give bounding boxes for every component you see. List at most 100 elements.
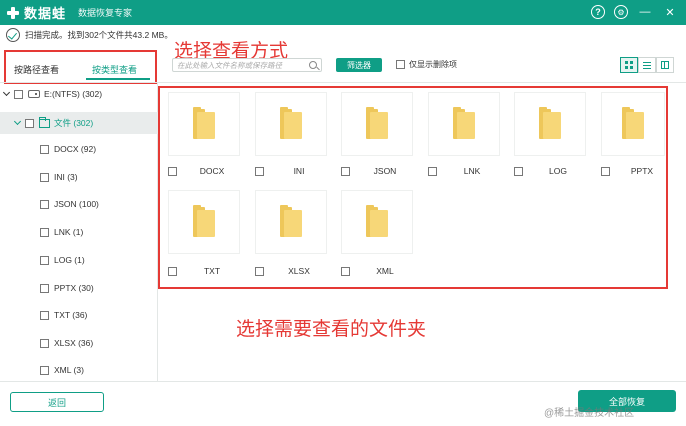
scan-status-text: 扫描完成。找到302个文件共43.2 MB。 xyxy=(25,30,173,40)
tree-checkbox[interactable] xyxy=(40,310,49,320)
tree-item-json[interactable]: JSON (100) xyxy=(40,196,99,212)
back-button[interactable]: 返回 xyxy=(10,392,104,412)
list-icon xyxy=(643,61,651,69)
app-name: 数据蛙 xyxy=(24,6,67,21)
detail-icon xyxy=(661,61,669,69)
drive-icon xyxy=(28,90,40,98)
tree-root-folder-label: 文件 (302) xyxy=(54,118,94,128)
folder-name: LOG xyxy=(549,166,567,176)
folder-card-pptx[interactable] xyxy=(601,92,665,156)
folder-card-json[interactable] xyxy=(341,92,413,156)
search-input[interactable]: 在此处输入文件名称或保存路径 xyxy=(172,58,322,72)
folder-card-xml[interactable] xyxy=(341,190,413,254)
tree-item-log[interactable]: LOG (1) xyxy=(40,252,85,268)
folder-checkbox[interactable] xyxy=(255,167,264,176)
active-tab-indicator xyxy=(86,78,150,80)
folder-name: PPTX xyxy=(630,166,654,176)
folder-checkbox[interactable] xyxy=(341,167,350,176)
folder-checkbox[interactable] xyxy=(601,167,610,176)
folder-name: LNK xyxy=(463,166,481,176)
tree-checkbox[interactable] xyxy=(40,255,49,265)
tree-item-label: XLSX (36) xyxy=(54,338,94,348)
folder-name: XML xyxy=(376,266,394,276)
help-icon[interactable]: ? xyxy=(591,5,605,19)
filter-button[interactable]: 筛选器 xyxy=(336,58,382,72)
chevron-down-icon[interactable] xyxy=(3,90,11,98)
tree-checkbox[interactable] xyxy=(40,365,49,375)
tree-item-xlsx[interactable]: XLSX (36) xyxy=(40,335,93,351)
tree-item-pptx[interactable]: PPTX (30) xyxy=(40,280,94,296)
tree-checkbox[interactable] xyxy=(40,199,49,209)
tree-item-label: DOCX (92) xyxy=(54,144,97,154)
folder-checkbox[interactable] xyxy=(428,167,437,176)
folder-name: XLSX xyxy=(288,266,310,276)
tree-checkbox[interactable] xyxy=(40,227,49,237)
app-logo: 数据蛙 xyxy=(6,3,66,22)
folder-icon xyxy=(622,107,644,139)
folder-icon xyxy=(366,205,388,237)
tree-item-lnk[interactable]: LNK (1) xyxy=(40,224,83,240)
folder-name: JSON xyxy=(373,166,397,176)
tree-drive-label: E:(NTFS) (302) xyxy=(44,89,103,99)
folder-card-docx[interactable] xyxy=(168,92,240,156)
minimize-icon[interactable]: — xyxy=(637,4,653,20)
folder-checkbox[interactable] xyxy=(341,267,350,276)
scan-status: 扫描完成。找到302个文件共43.2 MB。 xyxy=(6,28,173,42)
folder-card-log[interactable] xyxy=(514,92,586,156)
search-placeholder: 在此处输入文件名称或保存路径 xyxy=(177,60,282,70)
tree-item-ini[interactable]: INI (3) xyxy=(40,169,78,185)
settings-icon[interactable]: ⚙ xyxy=(614,5,628,19)
folder-card-lnk[interactable] xyxy=(428,92,500,156)
tree-item-label: PPTX (30) xyxy=(54,283,94,293)
logo-icon xyxy=(6,6,20,20)
folder-icon xyxy=(366,107,388,139)
folder-icon xyxy=(280,107,302,139)
folder-icon xyxy=(453,107,475,139)
tree-item-label: LNK (1) xyxy=(54,227,84,237)
folder-name: TXT xyxy=(203,266,221,276)
list-view-button[interactable] xyxy=(638,57,656,73)
folder-checkbox[interactable] xyxy=(168,267,177,276)
folder-card-xlsx[interactable] xyxy=(255,190,327,254)
chevron-down-icon[interactable] xyxy=(14,119,22,127)
tree-drive[interactable]: E:(NTFS) (302) xyxy=(3,86,153,102)
detail-view-button[interactable] xyxy=(656,57,674,73)
close-icon[interactable]: ✕ xyxy=(662,4,678,20)
only-deleted-checkbox[interactable] xyxy=(396,60,405,69)
tree-item-txt[interactable]: TXT (36) xyxy=(40,307,87,323)
tab-by-type[interactable]: 按类型查看 xyxy=(92,63,137,76)
tree-checkbox[interactable] xyxy=(25,118,34,128)
grid-view-button[interactable] xyxy=(620,57,638,73)
folder-icon xyxy=(280,205,302,237)
folder-name: INI xyxy=(293,166,305,176)
folder-card-ini[interactable] xyxy=(255,92,327,156)
folder-card-txt[interactable] xyxy=(168,190,240,254)
tree-checkbox[interactable] xyxy=(40,144,49,154)
folder-checkbox[interactable] xyxy=(514,167,523,176)
tree-item-docx[interactable]: DOCX (92) xyxy=(40,141,96,157)
only-deleted-toggle[interactable]: 仅显示删除项 xyxy=(396,59,457,70)
tree-checkbox[interactable] xyxy=(40,172,49,182)
folder-checkbox[interactable] xyxy=(168,167,177,176)
annotation-select-folder: 选择需要查看的文件夹 xyxy=(236,319,427,340)
tree-checkbox[interactable] xyxy=(14,89,23,99)
tree-item-label: INI (3) xyxy=(54,172,78,182)
only-deleted-label: 仅显示删除项 xyxy=(409,60,457,69)
folder-icon xyxy=(39,116,50,128)
app-subtitle: 数据恢复专家 xyxy=(78,8,133,18)
folder-checkbox[interactable] xyxy=(255,267,264,276)
tree-root-folder[interactable]: 文件 (302) xyxy=(0,112,158,134)
grid-icon xyxy=(625,61,633,69)
watermark: @稀土掘金技术社区 xyxy=(544,408,635,419)
tree-item-label: JSON (100) xyxy=(54,199,99,209)
tree-checkbox[interactable] xyxy=(40,338,49,348)
tab-by-path[interactable]: 按路径查看 xyxy=(14,63,59,76)
check-circle-icon xyxy=(6,28,20,42)
tree-item-xml[interactable]: XML (3) xyxy=(40,362,84,378)
search-icon[interactable] xyxy=(309,61,317,69)
window-controls: ? ⚙ — ✕ xyxy=(591,4,678,20)
folder-icon xyxy=(539,107,561,139)
folder-name: DOCX xyxy=(199,166,225,176)
folder-icon xyxy=(193,205,215,237)
tree-checkbox[interactable] xyxy=(40,283,49,293)
